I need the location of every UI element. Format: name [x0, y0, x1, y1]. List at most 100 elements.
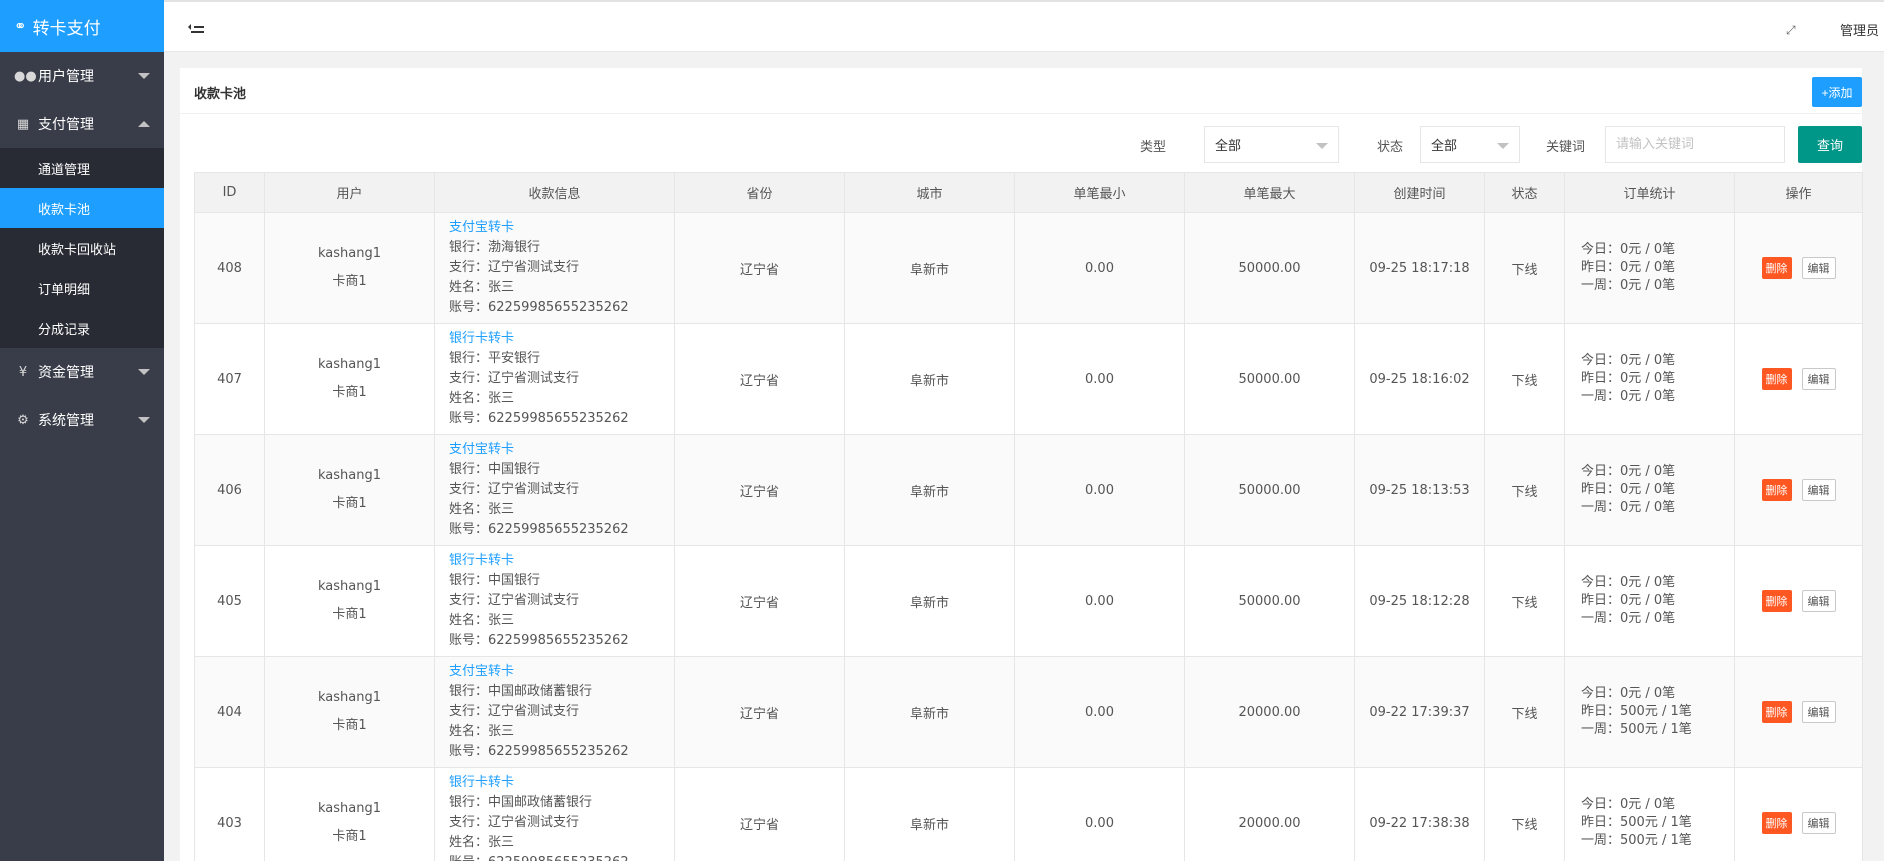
edit-button[interactable]: 编辑 [1801, 479, 1836, 501]
cell-province: 辽宁省 [674, 767, 845, 861]
cell-province: 辽宁省 [674, 323, 845, 435]
delete-button[interactable]: 删除 [1761, 368, 1792, 390]
filter-bar: 类型 全部 状态 全部 关键词 查询 [180, 124, 1862, 164]
gear-icon: ⚙ [17, 412, 29, 428]
action-group: 删除 编辑 [1735, 812, 1862, 834]
user-alias: 卡商1 [332, 829, 367, 844]
sidebar-item-label: 分成记录 [38, 322, 91, 338]
cell-payment-info: 支付宝转卡 银行：中国邮政储蓄银行 支行：辽宁省测试支行 姓名：张三 账号：62… [434, 656, 675, 768]
stat-today: 今日：0元 / 0笔 [1581, 797, 1676, 812]
delete-button[interactable]: 删除 [1761, 812, 1792, 834]
cell-created-time: 09-25 18:17:18 [1354, 212, 1485, 324]
branch-text: 支行：辽宁省测试支行 [449, 260, 580, 275]
sidebar-item-channel-management[interactable]: 通道管理 [0, 148, 164, 188]
edit-button[interactable]: 编辑 [1801, 590, 1836, 612]
card-type-link[interactable]: 支付宝转卡 [449, 662, 674, 682]
action-group: 删除 编辑 [1735, 257, 1862, 279]
sidebar-item-card-pool[interactable]: 收款卡池 [0, 188, 164, 228]
table-row: 406 kashang1 卡商1 支付宝转卡 银行：中国银行 支行：辽宁省测试支… [194, 434, 1863, 546]
stat-yesterday: 昨日：0元 / 0笔 [1581, 593, 1676, 608]
query-button[interactable]: 查询 [1798, 126, 1862, 163]
cell-actions: 删除 编辑 [1734, 212, 1863, 324]
nav-group-user-management[interactable]: ●● 用户管理 [0, 52, 164, 100]
chevron-down-icon [1316, 143, 1328, 149]
nav-group-label: 支付管理 [38, 117, 94, 133]
nav-group-fund-management[interactable]: ¥ 资金管理 [0, 348, 164, 396]
sidebar-item-commission-records[interactable]: 分成记录 [0, 308, 164, 348]
cell-created-time: 09-22 17:38:38 [1354, 767, 1485, 861]
user-alias: 卡商1 [332, 496, 367, 511]
chevron-down-icon [1497, 143, 1509, 149]
cell-id: 408 [194, 212, 265, 324]
cell-order-stats: 今日：0元 / 0笔 昨日：0元 / 0笔 一周：0元 / 0笔 [1564, 323, 1735, 435]
stat-week: 一周：0元 / 0笔 [1581, 278, 1676, 293]
table-row: 408 kashang1 卡商1 支付宝转卡 银行：渤海银行 支行：辽宁省测试支… [194, 212, 1863, 324]
cell-status: 下线 [1484, 434, 1565, 546]
card-type-link[interactable]: 银行卡转卡 [449, 773, 674, 793]
holder-name-text: 姓名：张三 [449, 502, 515, 517]
cell-city: 阜新市 [844, 212, 1015, 324]
cell-created-time: 09-22 17:39:37 [1354, 656, 1485, 768]
cell-max-amount: 20000.00 [1184, 656, 1355, 768]
card-pool-table: ID 用户 收款信息 省份 城市 单笔最小 单笔最大 创建时间 状态 订单统计 … [194, 172, 1863, 861]
delete-button[interactable]: 删除 [1761, 590, 1792, 612]
card-type-link[interactable]: 银行卡转卡 [449, 551, 674, 571]
stat-yesterday: 昨日：500元 / 1笔 [1581, 704, 1692, 719]
sidebar-item-label: 通道管理 [38, 162, 91, 178]
chevron-down-icon [138, 73, 150, 79]
cell-payment-info: 支付宝转卡 银行：渤海银行 支行：辽宁省测试支行 姓名：张三 账号：622599… [434, 212, 675, 324]
sidebar-item-card-recycle-bin[interactable]: 收款卡回收站 [0, 228, 164, 268]
card-type-link[interactable]: 银行卡转卡 [449, 329, 674, 349]
stat-week: 一周：500元 / 1笔 [1581, 833, 1692, 848]
nav-group-label: 用户管理 [38, 69, 94, 85]
card-type-link[interactable]: 支付宝转卡 [449, 440, 674, 460]
add-button[interactable]: +添加 [1812, 77, 1862, 107]
bank-text: 银行：渤海银行 [449, 240, 541, 255]
nav-group-payment-management[interactable]: ▦ 支付管理 [0, 100, 164, 148]
column-header: 用户 [264, 172, 435, 213]
nav-group-system-management[interactable]: ⚙ 系统管理 [0, 396, 164, 444]
chevron-down-icon [138, 417, 150, 423]
action-group: 删除 编辑 [1735, 590, 1862, 612]
delete-button[interactable]: 删除 [1761, 701, 1792, 723]
menu-toggle-icon[interactable] [188, 20, 204, 34]
cell-order-stats: 今日：0元 / 0笔 昨日：500元 / 1笔 一周：500元 / 1笔 [1564, 656, 1735, 768]
cell-user: kashang1 卡商1 [264, 545, 435, 657]
delete-button[interactable]: 删除 [1761, 257, 1792, 279]
stat-week: 一周：500元 / 1笔 [1581, 722, 1692, 737]
edit-button[interactable]: 编辑 [1801, 257, 1836, 279]
sidebar-item-order-details[interactable]: 订单明细 [0, 268, 164, 308]
cell-province: 辽宁省 [674, 434, 845, 546]
stat-yesterday: 昨日：0元 / 0笔 [1581, 482, 1676, 497]
cell-max-amount: 50000.00 [1184, 545, 1355, 657]
delete-button[interactable]: 删除 [1761, 479, 1792, 501]
cell-city: 阜新市 [844, 434, 1015, 546]
keyword-input[interactable] [1605, 126, 1785, 163]
card-type-link[interactable]: 支付宝转卡 [449, 218, 674, 238]
app-logo[interactable]: ⚭ 转卡支付 [0, 0, 164, 52]
page-title: 收款卡池 [194, 87, 247, 102]
user-name: kashang1 [317, 801, 381, 816]
cell-user: kashang1 卡商1 [264, 434, 435, 546]
status-select[interactable]: 全部 [1420, 126, 1520, 163]
edit-button[interactable]: 编辑 [1801, 812, 1836, 834]
cell-order-stats: 今日：0元 / 0笔 昨日：500元 / 1笔 一周：500元 / 1笔 [1564, 767, 1735, 861]
edit-button[interactable]: 编辑 [1801, 368, 1836, 390]
cell-max-amount: 50000.00 [1184, 323, 1355, 435]
cell-min-amount: 0.00 [1014, 434, 1185, 546]
cell-min-amount: 0.00 [1014, 767, 1185, 861]
keyword-filter-label: 关键词 [1546, 140, 1586, 155]
admin-user-menu[interactable]: 管理员 [1840, 20, 1879, 39]
type-select[interactable]: 全部 [1204, 126, 1339, 163]
edit-button[interactable]: 编辑 [1801, 701, 1836, 723]
cell-created-time: 09-25 18:12:28 [1354, 545, 1485, 657]
account-text: 账号：62259985655235262 [449, 411, 629, 426]
cell-user: kashang1 卡商1 [264, 767, 435, 861]
account-text: 账号：62259985655235262 [449, 853, 674, 861]
fullscreen-icon[interactable]: ⤢ [1786, 23, 1796, 38]
user-name: kashang1 [317, 579, 381, 594]
cell-actions: 删除 编辑 [1734, 434, 1863, 546]
account-text: 账号：62259985655235262 [449, 522, 629, 537]
cell-status: 下线 [1484, 545, 1565, 657]
branch-text: 支行：辽宁省测试支行 [449, 482, 580, 497]
